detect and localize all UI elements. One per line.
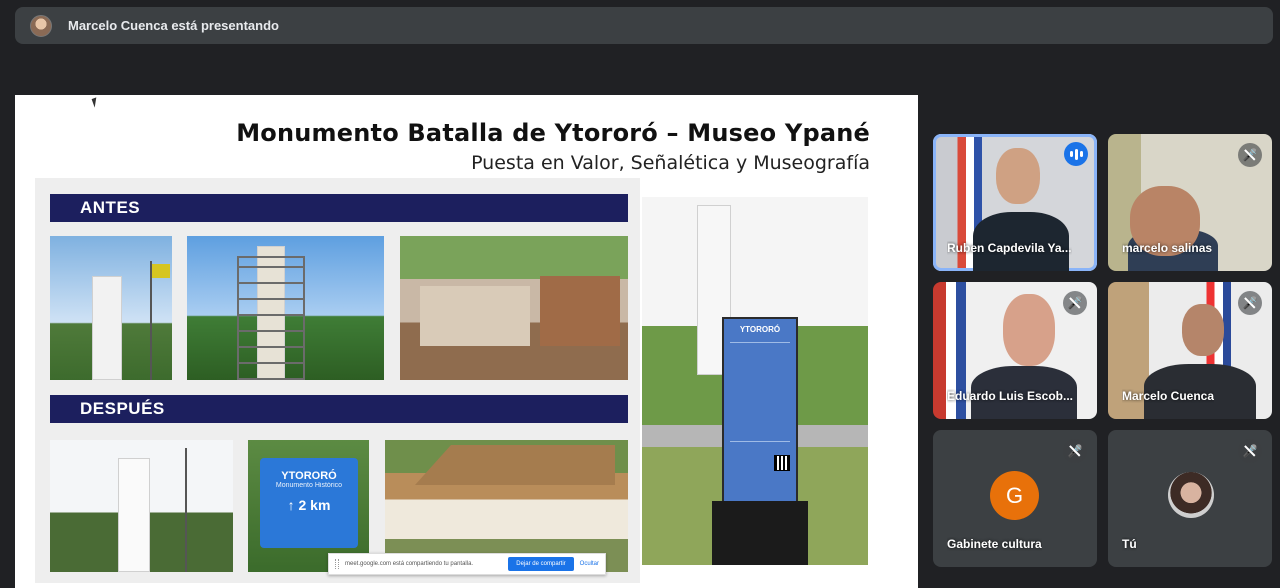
participant-name: Ruben Capdevila Ya...: [947, 241, 1072, 255]
slide-title: Monumento Batalla de Ytororó – Museo Ypa…: [236, 119, 870, 147]
photo-totem-monument: YTORORÓ: [642, 197, 868, 565]
hide-button[interactable]: Ocultar: [580, 561, 599, 567]
mic-off-icon: 🎤: [1238, 439, 1262, 463]
participant-avatar: [1168, 472, 1214, 518]
info-totem: YTORORÓ: [722, 317, 798, 505]
drag-handle-icon[interactable]: [335, 559, 339, 569]
mic-off-icon: 🎤: [1238, 291, 1262, 315]
mouse-cursor-icon: [91, 97, 100, 108]
shared-screen: Monumento Batalla de Ytororó – Museo Ypa…: [15, 95, 918, 588]
participant-tile-marcelo-cuenca[interactable]: 🎤 Marcelo Cuenca: [1108, 282, 1272, 419]
participant-tile-marcelo-salinas[interactable]: 🎤 marcelo salinas: [1108, 134, 1272, 271]
participant-name: Gabinete cultura: [947, 537, 1042, 551]
ytororo-road-sign: YTORORÓ Monumento Histórico ↑ 2 km: [260, 458, 358, 548]
speaking-indicator-icon: [1064, 142, 1088, 166]
participant-name: Eduardo Luis Escob...: [947, 389, 1074, 403]
totem-title: YTORORÓ: [739, 325, 781, 334]
presenter-banner: Marcelo Cuenca está presentando: [15, 7, 1273, 44]
before-banner: ANTES: [50, 194, 628, 222]
mic-off-icon: 🎤: [1063, 291, 1087, 315]
before-photo-scaffold: [187, 236, 384, 380]
participant-tile-ruben[interactable]: Ruben Capdevila Ya...: [933, 134, 1097, 271]
participant-avatar: G: [990, 471, 1039, 520]
before-photo-ruins: [400, 236, 628, 380]
participant-tile-gabinete[interactable]: G 🎤 Gabinete cultura: [933, 430, 1097, 567]
qr-code-icon: [774, 455, 790, 471]
participant-tile-eduardo[interactable]: 🎤 Eduardo Luis Escob...: [933, 282, 1097, 419]
sign-name: YTORORÓ: [281, 470, 337, 482]
mic-off-icon: 🎤: [1063, 439, 1087, 463]
share-message: meet.google.com está compartiendo tu pan…: [345, 561, 474, 567]
participant-name: Marcelo Cuenca: [1122, 389, 1215, 403]
before-photo-monument: [50, 236, 172, 380]
photo-collage: ANTES DESPUÉS YTORORÓ Monumento Históric…: [35, 178, 640, 583]
participant-name: marcelo salinas: [1122, 241, 1213, 255]
mic-off-icon: 🎤: [1238, 143, 1262, 167]
presenter-avatar: [30, 14, 52, 37]
screen-share-bar: meet.google.com está compartiendo tu pan…: [328, 553, 606, 575]
slide-subtitle: Puesta en Valor, Señalética y Museografí…: [471, 152, 870, 174]
sign-subtitle: Monumento Histórico: [275, 482, 343, 489]
after-photo-monument: [50, 440, 233, 572]
stop-sharing-button[interactable]: Dejar de compartir: [508, 557, 574, 571]
participant-name: Tú: [1122, 537, 1137, 551]
presenter-text: Marcelo Cuenca está presentando: [68, 18, 279, 33]
participant-tile-self[interactable]: 🎤 Tú: [1108, 430, 1272, 567]
after-banner: DESPUÉS: [50, 395, 628, 423]
sign-distance: ↑ 2 km: [287, 497, 331, 513]
